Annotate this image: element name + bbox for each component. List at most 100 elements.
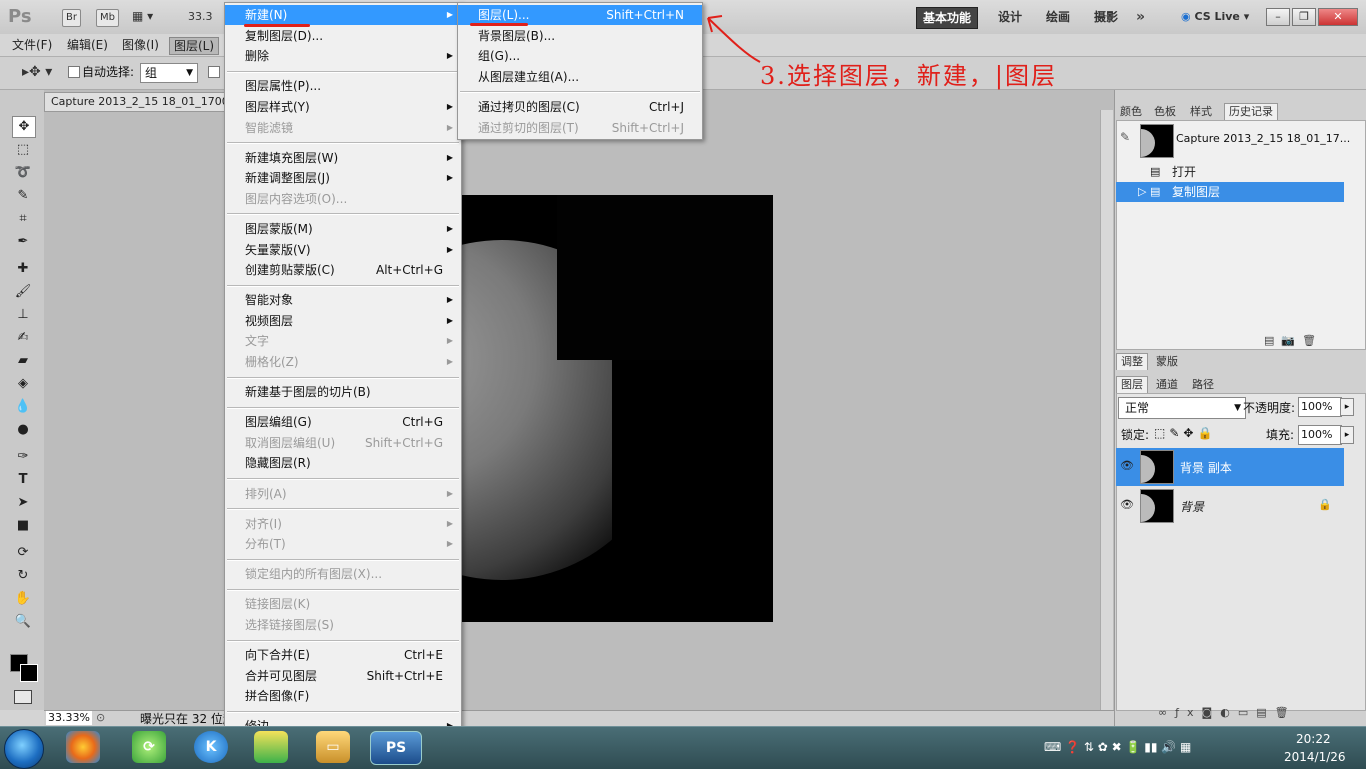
layer-menu-item[interactable]: 新建基于图层的切片(B) [225, 382, 461, 402]
new-submenu-item[interactable]: 图层(L)... Shift+Ctrl+N [458, 5, 702, 25]
history-brush-source-icon[interactable]: ✎ [1120, 130, 1130, 144]
layer-row-background-copy[interactable]: 👁 背景 副本 [1116, 448, 1344, 486]
layers-panel-buttons[interactable]: ∞ƒx◙◐▭▤🗑 [1158, 706, 1297, 719]
layer-menu-item[interactable]: 视频图层 ▶ [225, 311, 461, 331]
clock-date[interactable]: 2014/1/26 [1284, 750, 1346, 764]
opacity-slider-button[interactable]: ▸ [1340, 398, 1354, 416]
taskbar-photoshop-button[interactable]: PS [370, 731, 422, 765]
tab-color[interactable]: 颜色 [1116, 104, 1146, 120]
vertical-scrollbar[interactable] [1100, 110, 1113, 710]
view-extras-icon[interactable]: ▦ ▾ [132, 9, 162, 25]
lasso-tool-icon[interactable]: ➰ [12, 163, 34, 183]
layer-menu-item[interactable]: 图层蒙版(M) ▶ [225, 219, 461, 239]
menu-image[interactable]: 图像(I) [118, 37, 163, 53]
new-submenu-item[interactable]: 从图层建立组(A)... [458, 67, 702, 87]
layer-menu-item[interactable]: 新建(N) ▶ [225, 5, 461, 25]
history-item-open[interactable]: ▤ 打开 [1116, 162, 1344, 182]
layer-menu-item[interactable]: 创建剪贴蒙版(C) Alt+Ctrl+G [225, 260, 461, 280]
fill-field[interactable]: 100% [1298, 425, 1342, 445]
quick-select-tool-icon[interactable]: ✎ [12, 186, 34, 206]
restore-button[interactable]: ❐ [1292, 8, 1316, 26]
cs-live-button[interactable]: ◉ CS Live ▾ [1181, 10, 1249, 23]
eye-icon[interactable]: 👁 [1120, 498, 1134, 511]
path-select-tool-icon[interactable]: ➤ [12, 493, 34, 513]
image-canvas[interactable] [462, 195, 773, 622]
tab-masks[interactable]: 蒙版 [1152, 354, 1182, 370]
layer-row-background[interactable]: 👁 背景 🔒 [1116, 487, 1344, 525]
fill-slider-button[interactable]: ▸ [1340, 426, 1354, 444]
tab-history[interactable]: 历史记录 [1224, 103, 1278, 120]
layer-menu-item[interactable]: 合并可见图层 Shift+Ctrl+E [225, 666, 461, 686]
layer-menu-item[interactable]: 智能对象 ▶ [225, 290, 461, 310]
taskbar-app-icon-4[interactable] [254, 731, 288, 763]
show-transform-checkbox[interactable] [208, 66, 220, 78]
taskbar-explorer-icon[interactable]: ▭ [316, 731, 350, 763]
layer-menu-item[interactable]: 图层属性(P)... [225, 76, 461, 96]
new-submenu-item[interactable]: 通过拷贝的图层(C) Ctrl+J [458, 97, 702, 117]
history-brush-tool-icon[interactable]: ✍ [12, 328, 34, 348]
layer-menu-item[interactable]: 复制图层(D)... [225, 26, 461, 46]
eraser-tool-icon[interactable]: ▰ [12, 351, 34, 371]
new-submenu-item[interactable]: 组(G)... [458, 46, 702, 66]
blur-tool-icon[interactable]: 💧 [12, 397, 34, 417]
marquee-tool-icon[interactable]: ⬚ [12, 140, 34, 160]
tab-styles[interactable]: 样式 [1186, 104, 1216, 120]
move-tool-icon[interactable]: ✥ [12, 116, 36, 138]
eyedropper-tool-icon[interactable]: ✒ [12, 232, 34, 252]
pen-tool-icon[interactable]: ✑ [12, 447, 34, 467]
bridge-button[interactable]: Br [62, 9, 81, 27]
layer-menu-item[interactable]: 图层样式(Y) ▶ [225, 97, 461, 117]
auto-select-checkbox[interactable] [68, 66, 80, 78]
workspace-paint-button[interactable]: 绘画 [1040, 7, 1076, 27]
clone-stamp-tool-icon[interactable]: ⊥ [12, 305, 34, 325]
zoom-status-field[interactable]: 33.33% [46, 711, 92, 725]
opacity-field[interactable]: 100% [1298, 397, 1342, 417]
tab-channels[interactable]: 通道 [1152, 377, 1182, 393]
layer-menu-item[interactable]: 新建调整图层(J) ▶ [225, 168, 461, 188]
taskbar-app-icon-3[interactable]: K [194, 731, 228, 763]
snapshot-thumbnail[interactable] [1140, 124, 1174, 158]
menu-layer[interactable]: 图层(L) [169, 37, 220, 55]
3d-orbit-tool-icon[interactable]: ↻ [12, 566, 34, 586]
more-workspaces-icon[interactable]: » [1136, 9, 1145, 25]
zoom-level[interactable]: 33.3 [188, 10, 213, 23]
status-info-icon[interactable]: ⊙ [96, 711, 105, 724]
background-color-swatch[interactable] [20, 664, 38, 682]
zoom-tool-icon[interactable]: 🔍 [12, 612, 34, 632]
move-tool-preset-icon[interactable]: ▸✥ ▾ [22, 64, 52, 80]
layer-menu-item[interactable]: 矢量蒙版(V) ▶ [225, 240, 461, 260]
menu-edit[interactable]: 编辑(E) [63, 37, 112, 53]
layer-menu-item[interactable]: 向下合并(E) Ctrl+E [225, 645, 461, 665]
mini-bridge-button[interactable]: Mb [96, 9, 119, 27]
quick-mask-icon[interactable] [14, 690, 32, 704]
tab-layers[interactable]: 图层 [1116, 376, 1148, 393]
new-submenu-item[interactable]: 背景图层(B)... [458, 26, 702, 46]
hand-tool-icon[interactable]: ✋ [12, 589, 34, 609]
dodge-tool-icon[interactable]: ● [12, 420, 34, 440]
eye-icon[interactable]: 👁 [1120, 459, 1134, 472]
paint-bucket-tool-icon[interactable]: ◈ [12, 374, 34, 394]
history-item-duplicate-layer[interactable]: ▷ ▤ 复制图层 [1116, 182, 1344, 202]
blend-mode-dropdown[interactable]: 正常 ▼ [1118, 397, 1246, 419]
layer-menu-item[interactable]: 删除 ▶ [225, 46, 461, 66]
tab-adjustments[interactable]: 调整 [1116, 353, 1148, 370]
tab-swatches[interactable]: 色板 [1150, 104, 1180, 120]
history-panel-buttons[interactable]: ▤ 📷 🗑 [1264, 334, 1316, 347]
layer-menu-item[interactable]: 拼合图像(F) [225, 686, 461, 706]
workspace-photo-button[interactable]: 摄影 [1088, 7, 1124, 27]
tray-icons[interactable]: ⌨ ❓ ⇅ ✿ ✖ 🔋 ▮▮ 🔊 ▦ [1044, 740, 1191, 754]
start-button[interactable] [4, 729, 44, 769]
document-tab[interactable]: Capture 2013_2_15 18_01_1700 [44, 92, 242, 112]
tab-paths[interactable]: 路径 [1188, 377, 1218, 393]
auto-select-dropdown[interactable]: 组 ▼ [140, 63, 198, 83]
crop-tool-icon[interactable]: ⌗ [12, 209, 34, 229]
workspace-design-button[interactable]: 设计 [992, 7, 1028, 27]
close-button[interactable]: ✕ [1318, 8, 1358, 26]
taskbar-app-icon-2[interactable]: ⟳ [132, 731, 166, 763]
healing-brush-tool-icon[interactable]: ✚ [12, 259, 34, 279]
layer-menu-item[interactable]: 新建填充图层(W) ▶ [225, 148, 461, 168]
3d-rotate-tool-icon[interactable]: ⟳ [12, 543, 34, 563]
minimize-button[interactable]: – [1266, 8, 1290, 26]
taskbar-app-icon-1[interactable] [66, 731, 100, 763]
brush-tool-icon[interactable]: 🖌 [12, 282, 34, 302]
